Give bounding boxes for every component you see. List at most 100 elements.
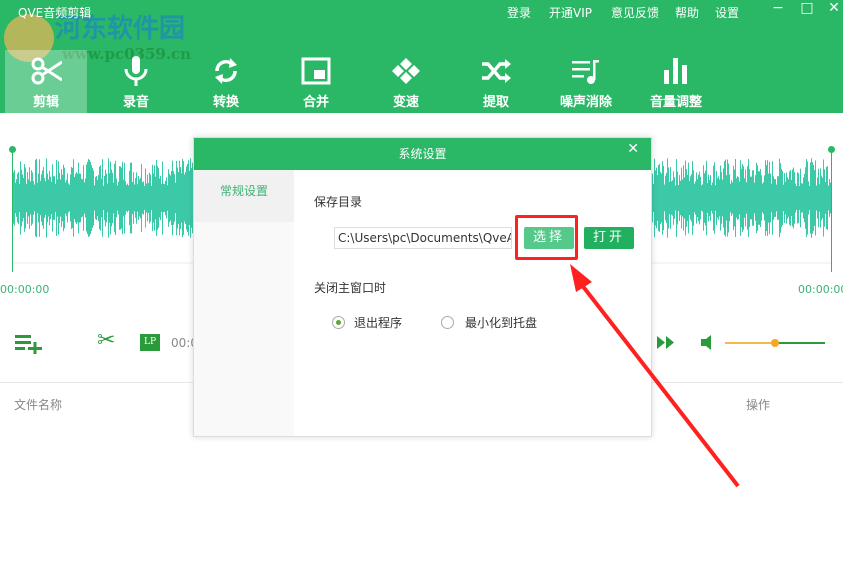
- start-marker-handle[interactable]: [9, 146, 16, 153]
- wave-bar: [674, 177, 675, 219]
- wave-bar: [749, 168, 750, 228]
- nav-volume-bars[interactable]: 音量调整: [635, 50, 717, 113]
- radio-tray[interactable]: [441, 316, 454, 329]
- wave-bar: [756, 162, 757, 234]
- volume-slider-thumb[interactable]: [771, 339, 779, 347]
- nav-speed[interactable]: 变速: [365, 50, 447, 113]
- wave-bar: [24, 164, 25, 232]
- wave-bar: [739, 181, 740, 215]
- wave-bar: [655, 170, 656, 226]
- nav-shuffle[interactable]: 提取: [455, 50, 537, 113]
- wave-bar: [83, 165, 84, 231]
- volume-slider-track[interactable]: [775, 342, 825, 344]
- wave-bar: [18, 171, 19, 225]
- wave-bar: [28, 179, 29, 217]
- login-link[interactable]: 登录: [507, 4, 531, 21]
- wave-bar: [152, 164, 153, 232]
- wave-bar: [694, 183, 695, 213]
- close-button[interactable]: ✕: [824, 0, 843, 16]
- wave-bar: [84, 182, 85, 214]
- fast-forward-icon[interactable]: [657, 336, 677, 349]
- wave-bar: [709, 179, 710, 217]
- wave-bar: [785, 181, 786, 215]
- wave-bar: [658, 164, 659, 232]
- wave-bar: [116, 178, 117, 218]
- wave-bar: [773, 176, 774, 220]
- wave-bar: [827, 166, 828, 230]
- wave-bar: [699, 171, 700, 225]
- wave-bar: [767, 160, 768, 236]
- wave-bar: [139, 179, 140, 217]
- wave-bar: [730, 183, 731, 213]
- wave-bar: [792, 169, 793, 227]
- volume-slider-fill[interactable]: [725, 342, 775, 344]
- help-link[interactable]: 帮助: [675, 4, 699, 21]
- vip-link[interactable]: 开通VIP: [549, 4, 592, 21]
- wave-bar: [719, 179, 720, 217]
- wave-bar: [100, 165, 101, 231]
- wave-bar: [189, 170, 190, 226]
- wave-bar: [816, 185, 817, 211]
- scissors-icon[interactable]: ✂: [97, 328, 115, 353]
- save-dir-input[interactable]: C:\Users\pc\Documents\QveAudio: [334, 227, 512, 249]
- radio-tray-label[interactable]: 最小化到托盘: [465, 314, 537, 331]
- wave-bar: [150, 174, 151, 222]
- wave-bar: [41, 174, 42, 222]
- wave-bar: [70, 174, 71, 222]
- nav-merge[interactable]: 合并: [275, 50, 357, 113]
- col-file-name: 文件名称: [14, 398, 63, 412]
- wave-bar: [821, 175, 822, 221]
- wave-bar: [701, 185, 702, 211]
- wave-bar: [147, 174, 148, 222]
- open-button[interactable]: 打开: [584, 227, 634, 249]
- wave-bar: [55, 183, 56, 213]
- add-list-icon[interactable]: [15, 332, 43, 354]
- feedback-link[interactable]: 意见反馈: [611, 4, 659, 21]
- sidebar-item-general[interactable]: 常规设置: [194, 170, 294, 222]
- wave-bar: [675, 185, 676, 211]
- wave-bar: [42, 170, 43, 226]
- end-marker[interactable]: [831, 150, 832, 272]
- radio-exit-label[interactable]: 退出程序: [354, 314, 402, 331]
- lp-button[interactable]: LP: [140, 334, 160, 351]
- settings-link[interactable]: 设置: [715, 4, 739, 21]
- wave-bar: [784, 173, 785, 223]
- wave-bar: [752, 170, 753, 226]
- wave-bar: [661, 173, 662, 223]
- wave-bar: [122, 161, 123, 235]
- end-marker-handle[interactable]: [828, 146, 835, 153]
- wave-bar: [660, 171, 661, 225]
- start-marker[interactable]: [12, 150, 13, 272]
- wave-bar: [34, 184, 35, 212]
- wave-bar: [27, 172, 28, 224]
- maximize-button[interactable]: □: [797, 0, 817, 16]
- wave-bar: [787, 177, 788, 219]
- wave-bar: [185, 172, 186, 224]
- dialog-close-icon[interactable]: ✕: [627, 141, 639, 157]
- wave-bar: [761, 175, 762, 221]
- header: 河东软件园 www.pc0359.cn QVE音频剪辑 登录 开通VIP 意见反…: [0, 0, 843, 113]
- wave-bar: [747, 166, 748, 230]
- nav-microphone[interactable]: 录音: [95, 50, 177, 113]
- wave-bar: [40, 180, 41, 216]
- wave-bar: [686, 169, 687, 227]
- wave-bar: [140, 177, 141, 219]
- volume-icon[interactable]: [701, 335, 717, 350]
- wave-bar: [794, 172, 795, 224]
- radio-exit[interactable]: [332, 316, 345, 329]
- wave-bar: [77, 173, 78, 223]
- wave-bar: [766, 164, 767, 232]
- wave-bar: [59, 172, 60, 224]
- wave-bar: [146, 183, 147, 213]
- wave-bar: [81, 178, 82, 218]
- nav-scissors[interactable]: 剪辑: [5, 50, 87, 113]
- wave-bar: [120, 166, 121, 230]
- wave-bar: [145, 168, 146, 228]
- wave-bar: [72, 167, 73, 229]
- wave-bar: [96, 175, 97, 221]
- wave-bar: [190, 158, 191, 238]
- nav-noise[interactable]: 噪声消除: [545, 50, 627, 113]
- minimize-button[interactable]: −: [768, 0, 788, 16]
- nav-convert[interactable]: 转换: [185, 50, 267, 113]
- wave-bar: [128, 185, 129, 211]
